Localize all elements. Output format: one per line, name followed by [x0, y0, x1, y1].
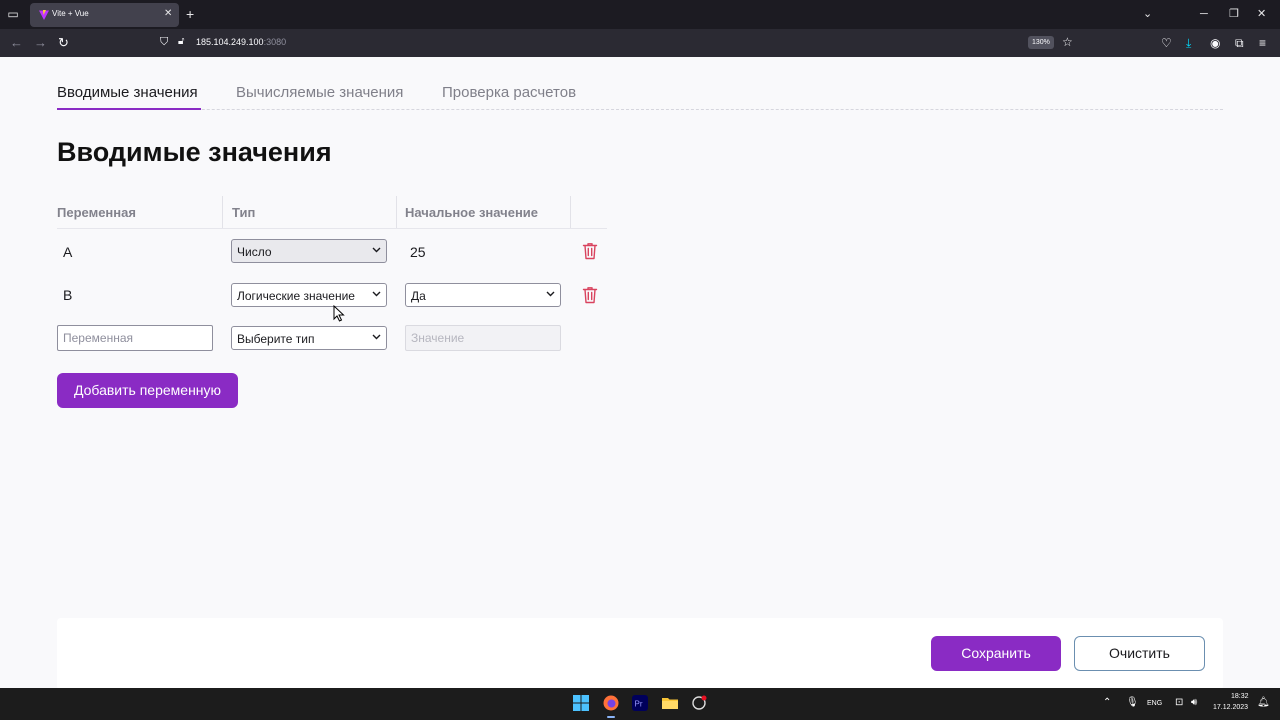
chevron-down-icon [372, 291, 381, 297]
new-tab-icon[interactable]: + [186, 6, 194, 22]
notification-bell-icon[interactable]: 🔔︎ [1257, 697, 1270, 709]
chatgpt-icon[interactable] [691, 695, 707, 711]
delete-trash-icon[interactable] [582, 286, 598, 304]
value-select[interactable]: Да [405, 283, 561, 307]
reload-icon[interactable]: ↻ [58, 35, 69, 51]
browser-tab[interactable]: Vite + Vue ✕ [30, 3, 179, 27]
column-divider [570, 196, 571, 228]
account-icon[interactable]: ◉ [1210, 35, 1220, 51]
forward-icon[interactable]: → [34, 35, 47, 51]
bookmark-star-icon[interactable]: ☆ [1062, 35, 1073, 49]
browser-tab-bar: ▭ Vite + Vue ✕ + ⌄ ─ ❐ ✕ [0, 0, 1280, 29]
column-header-initial-value: Начальное значение [405, 205, 539, 220]
downloads-icon[interactable]: ⤓ [1186, 35, 1191, 51]
type-select[interactable]: Число [231, 239, 387, 263]
windows-taskbar: Pr ⌃ 🎙︎ ENG ⊡ 🔊︎ 18:32 17.12.2023 🔔︎ [0, 688, 1280, 720]
tab-overflow-chevron-icon[interactable]: ⌄ [1143, 7, 1152, 21]
browser-nav-bar: ← → ↻ ⛉ 🔓︎ 185.104.249.100:3080 130% ☆ ♡… [0, 29, 1280, 57]
active-app-indicator [607, 716, 615, 718]
initial-value[interactable]: 25 [410, 244, 426, 260]
clear-button[interactable]: Очистить [1074, 636, 1205, 671]
microphone-icon[interactable]: 🎙︎ [1126, 697, 1139, 709]
type-select[interactable]: Логические значение [231, 283, 387, 307]
premiere-pro-icon[interactable]: Pr [632, 695, 648, 711]
chevron-down-icon [372, 334, 381, 340]
firefox-icon[interactable] [603, 695, 619, 711]
variable-name: A [63, 244, 73, 260]
lock-icon[interactable]: 🔓︎ [178, 36, 184, 47]
add-variable-button[interactable]: Добавить переменную [57, 373, 238, 408]
column-divider [396, 196, 397, 228]
pocket-icon[interactable]: ♡ [1161, 35, 1172, 51]
tracking-shield-icon[interactable]: ⛉ [160, 36, 168, 49]
url-text: 185.104.249.100:3080 [196, 37, 287, 47]
network-icon[interactable]: ⊡ [1175, 697, 1183, 709]
footer-action-bar: Сохранить Очистить [57, 618, 1223, 690]
column-header-variable: Переменная [57, 205, 136, 220]
save-button[interactable]: Сохранить [931, 636, 1061, 671]
windows-start-icon[interactable] [573, 695, 589, 711]
back-icon[interactable]: ← [10, 35, 23, 51]
new-type-select[interactable]: Выберите тип [231, 326, 387, 350]
zoom-badge[interactable]: 130% [1028, 36, 1054, 49]
tray-chevron-up-icon[interactable]: ⌃ [1103, 697, 1111, 709]
chevron-down-icon [546, 291, 555, 297]
language-indicator[interactable]: ENG [1147, 700, 1162, 707]
tab-list-icon[interactable]: ▭ [6, 7, 20, 21]
tab-computed-values[interactable]: Вычисляемые значения [236, 84, 403, 101]
file-explorer-icon[interactable] [662, 695, 678, 711]
extensions-icon[interactable]: ⧉ [1235, 35, 1244, 51]
column-header-type: Тип [232, 205, 256, 220]
tab-input-values[interactable]: Вводимые значения [57, 84, 198, 101]
tab-check-calculations[interactable]: Проверка расчетов [442, 84, 576, 101]
menu-icon[interactable]: ≡ [1259, 35, 1266, 51]
close-window-icon[interactable]: ✕ [1257, 7, 1266, 21]
clock-time[interactable]: 18:32 [1231, 693, 1249, 700]
delete-trash-icon[interactable] [582, 242, 598, 260]
vite-favicon-icon [39, 10, 49, 20]
new-value-input[interactable] [405, 325, 561, 351]
mouse-cursor-icon [333, 305, 345, 322]
column-divider [222, 196, 223, 228]
variable-name: B [63, 287, 73, 303]
section-tabs: Вводимые значения Вычисляемые значения П… [57, 81, 1223, 110]
minimize-icon[interactable]: ─ [1200, 7, 1208, 21]
svg-text:Pr: Pr [635, 700, 643, 709]
volume-icon[interactable]: 🔊︎ [1191, 697, 1197, 709]
clock-date[interactable]: 17.12.2023 [1213, 704, 1248, 711]
header-divider [57, 228, 607, 229]
tab-close-icon[interactable]: ✕ [164, 8, 172, 20]
restore-icon[interactable]: ❐ [1229, 7, 1239, 21]
chevron-down-icon [372, 247, 381, 253]
active-tab-indicator [57, 108, 201, 110]
new-variable-input[interactable] [57, 325, 213, 351]
url-bar[interactable]: ⛉ 🔓︎ 185.104.249.100:3080 130% ☆ [152, 33, 1082, 53]
page-title: Вводимые значения [57, 137, 332, 167]
tab-title: Vite + Vue [52, 9, 89, 18]
